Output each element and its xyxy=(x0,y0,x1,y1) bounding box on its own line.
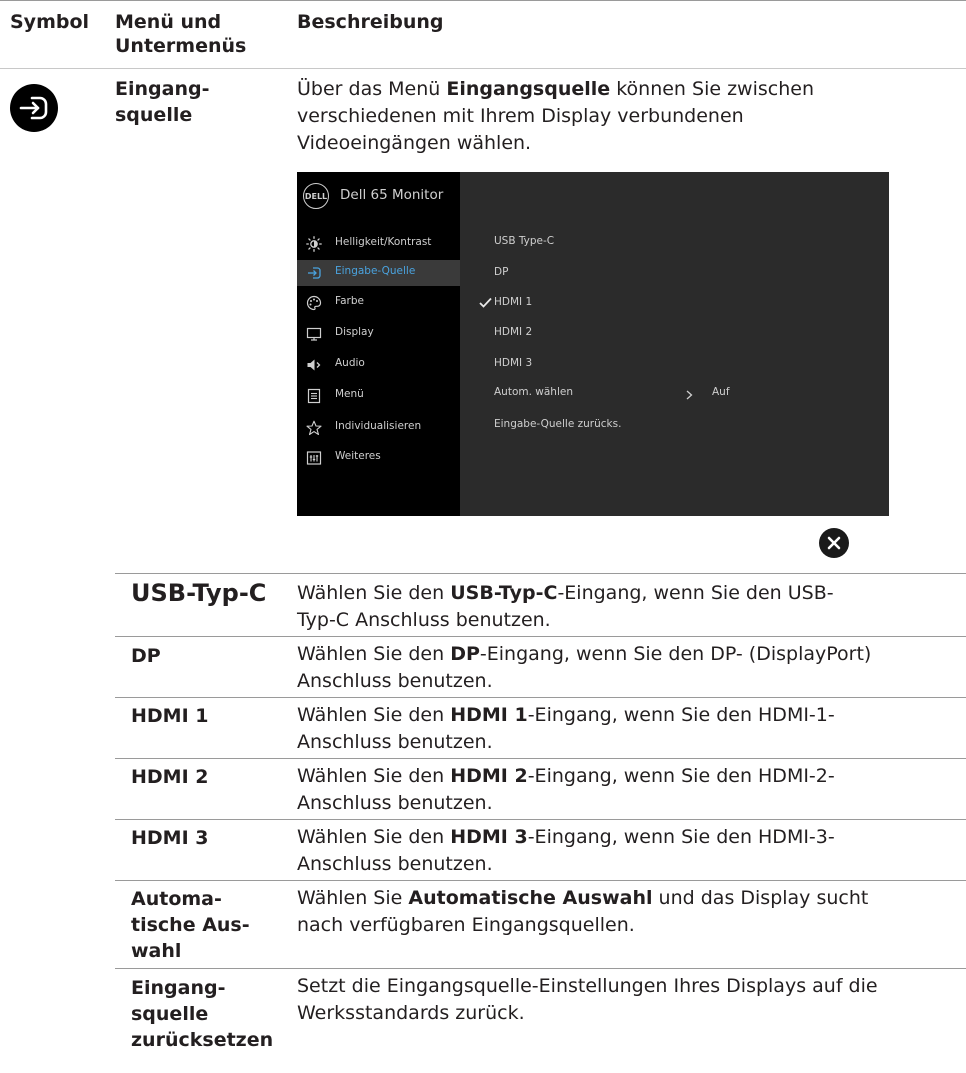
desc-line: Anschluss benutzen. xyxy=(297,670,493,692)
term-hdmi-3: HDMI 3 xyxy=(131,827,209,849)
term-auto-select: Automa- tische Aus- wahl xyxy=(131,886,250,964)
desc-reset-input: Setzt die Eingangsquelle-Einstellungen I… xyxy=(297,973,962,1027)
term-reset-input: Eingang- squelle zurücksetzen xyxy=(131,975,273,1053)
row-divider xyxy=(115,636,966,637)
col-header-menu: Menü und Untermenüs xyxy=(115,10,246,58)
osd-option-usb-type-c[interactable]: USB Type-C xyxy=(494,235,554,247)
col-header-symbol: Symbol xyxy=(10,11,90,33)
brightness-icon xyxy=(306,236,322,252)
osd-menu-label: Menü xyxy=(335,388,364,400)
row-divider xyxy=(115,880,966,881)
col-header-menu-line2: Untermenüs xyxy=(115,35,247,57)
row-divider xyxy=(115,758,966,759)
input-source-icon xyxy=(308,267,321,279)
term-line: squelle xyxy=(131,1003,209,1025)
osd-menu-item-personalize[interactable]: Individualisieren xyxy=(297,415,460,441)
osd-option-reset-input[interactable]: Eingabe-Quelle zurücks. xyxy=(494,418,621,430)
desc-line: nach verfügbaren Eingangsquellen. xyxy=(297,914,635,936)
osd-menu-label: Weiteres xyxy=(335,450,381,462)
section-name: Eingang- squelle xyxy=(115,76,209,128)
desc-line: Werksstandards zurück. xyxy=(297,1002,525,1024)
row-divider xyxy=(115,819,966,820)
chevron-right-icon xyxy=(686,390,693,400)
osd-option-auto-select-value: Auf xyxy=(712,386,730,398)
term-hdmi-1: HDMI 1 xyxy=(131,705,209,727)
color-palette-icon xyxy=(306,295,322,311)
osd-option-auto-select[interactable]: Autom. wählen xyxy=(494,386,573,398)
osd-option-dp[interactable]: DP xyxy=(494,266,508,278)
section-name-line1: Eingang- xyxy=(115,78,210,100)
desc-hdmi-3: Wählen Sie den HDMI 3-Eingang, wenn Sie … xyxy=(297,824,957,878)
osd-menu-item-brightness[interactable]: Helligkeit/Kontrast xyxy=(297,231,460,257)
term-line: Automa- xyxy=(131,888,222,910)
header-rule xyxy=(0,68,966,69)
osd-menu-label: Audio xyxy=(335,357,365,369)
term-hdmi-2: HDMI 2 xyxy=(131,766,209,788)
osd-option-hdmi-3[interactable]: HDMI 3 xyxy=(494,357,532,369)
section-description-line3: Videoeingängen wählen. xyxy=(297,132,532,154)
desc-line: Typ-C Anschluss benutzen. xyxy=(297,609,551,631)
osd-menu-label: Eingabe-Quelle xyxy=(335,265,416,277)
osd-options-panel: USB Type-C DP HDMI 1 HDMI 2 HDMI 3 Autom… xyxy=(460,172,889,516)
osd-menu-label: Display xyxy=(335,326,374,338)
speaker-icon xyxy=(307,359,321,371)
osd-menu-item-audio[interactable]: Audio xyxy=(297,352,460,378)
desc-hdmi-1: Wählen Sie den HDMI 1-Eingang, wenn Sie … xyxy=(297,702,957,756)
subtable-top-rule xyxy=(115,573,966,574)
osd-menu-item-display[interactable]: Display xyxy=(297,321,460,347)
desc-line: Wählen Sie den DP-Eingang, wenn Sie den … xyxy=(297,643,872,665)
desc-usb-typ-c: Wählen Sie den USB-Typ-C-Eingang, wenn S… xyxy=(297,580,957,634)
desc-line: Setzt die Eingangsquelle-Einstellungen I… xyxy=(297,975,878,997)
col-header-menu-line1: Menü und xyxy=(115,11,222,33)
desc-dp: Wählen Sie den DP-Eingang, wenn Sie den … xyxy=(297,641,957,695)
osd-menu-label: Helligkeit/Kontrast xyxy=(335,236,432,248)
display-icon xyxy=(306,327,322,341)
row-divider xyxy=(115,697,966,698)
check-icon xyxy=(479,297,492,308)
osd-menu-item-others[interactable]: Weiteres xyxy=(297,445,460,471)
osd-menu-item-input-source[interactable]: Eingabe-Quelle xyxy=(297,260,460,286)
term-dp: DP xyxy=(131,645,161,667)
osd-menu-label: Individualisieren xyxy=(335,420,422,432)
term-line: tische Aus- xyxy=(131,914,250,936)
term-line: wahl xyxy=(131,940,182,962)
osd-option-hdmi-1[interactable]: HDMI 1 xyxy=(494,296,532,308)
term-usb-typ-c: USB-Typ-C xyxy=(131,579,267,607)
osd-screenshot: DELL Dell 65 Monitor Helligkeit/Kontrast xyxy=(297,172,889,516)
desc-line: Wählen Sie den USB-Typ-C-Eingang, wenn S… xyxy=(297,582,834,604)
osd-menu-panel: DELL Dell 65 Monitor Helligkeit/Kontrast xyxy=(297,172,460,516)
osd-menu-label: Farbe xyxy=(335,295,364,307)
osd-menu-item-color[interactable]: Farbe xyxy=(297,290,460,316)
section-description-line1: Über das Menü Eingangsquelle können Sie … xyxy=(297,78,814,100)
row-divider xyxy=(115,968,966,969)
others-icon xyxy=(306,451,322,465)
osd-menu-item-menu[interactable]: Menü xyxy=(297,383,460,409)
desc-hdmi-2: Wählen Sie den HDMI 2-Eingang, wenn Sie … xyxy=(297,763,957,817)
col-header-description: Beschreibung xyxy=(297,11,444,33)
osd-title: Dell 65 Monitor xyxy=(340,187,444,203)
desc-line: Anschluss benutzen. xyxy=(297,731,493,753)
term-line: Eingang- xyxy=(131,977,226,999)
desc-line: Wählen Sie den HDMI 2-Eingang, wenn Sie … xyxy=(297,765,835,787)
term-line: zurücksetzen xyxy=(131,1029,274,1051)
desc-line: Wählen Sie den HDMI 1-Eingang, wenn Sie … xyxy=(297,704,835,726)
desc-line: Wählen Sie den HDMI 3-Eingang, wenn Sie … xyxy=(297,826,835,848)
desc-line: Anschluss benutzen. xyxy=(297,853,493,875)
desc-line: Anschluss benutzen. xyxy=(297,792,493,814)
top-rule xyxy=(0,0,966,1)
menu-icon xyxy=(307,388,321,404)
star-icon xyxy=(306,420,322,436)
desc-line: Wählen Sie Automatische Auswahl und das … xyxy=(297,887,869,909)
section-name-line2: squelle xyxy=(115,104,193,126)
input-source-icon xyxy=(10,84,58,132)
close-icon[interactable] xyxy=(819,528,849,558)
dell-logo: DELL xyxy=(303,183,329,209)
section-description-line2: verschiedenen mit Ihrem Display verbunde… xyxy=(297,105,744,127)
osd-option-hdmi-2[interactable]: HDMI 2 xyxy=(494,326,532,338)
section-description: Über das Menü Eingangsquelle können Sie … xyxy=(297,76,937,157)
desc-auto-select: Wählen Sie Automatische Auswahl und das … xyxy=(297,885,957,939)
